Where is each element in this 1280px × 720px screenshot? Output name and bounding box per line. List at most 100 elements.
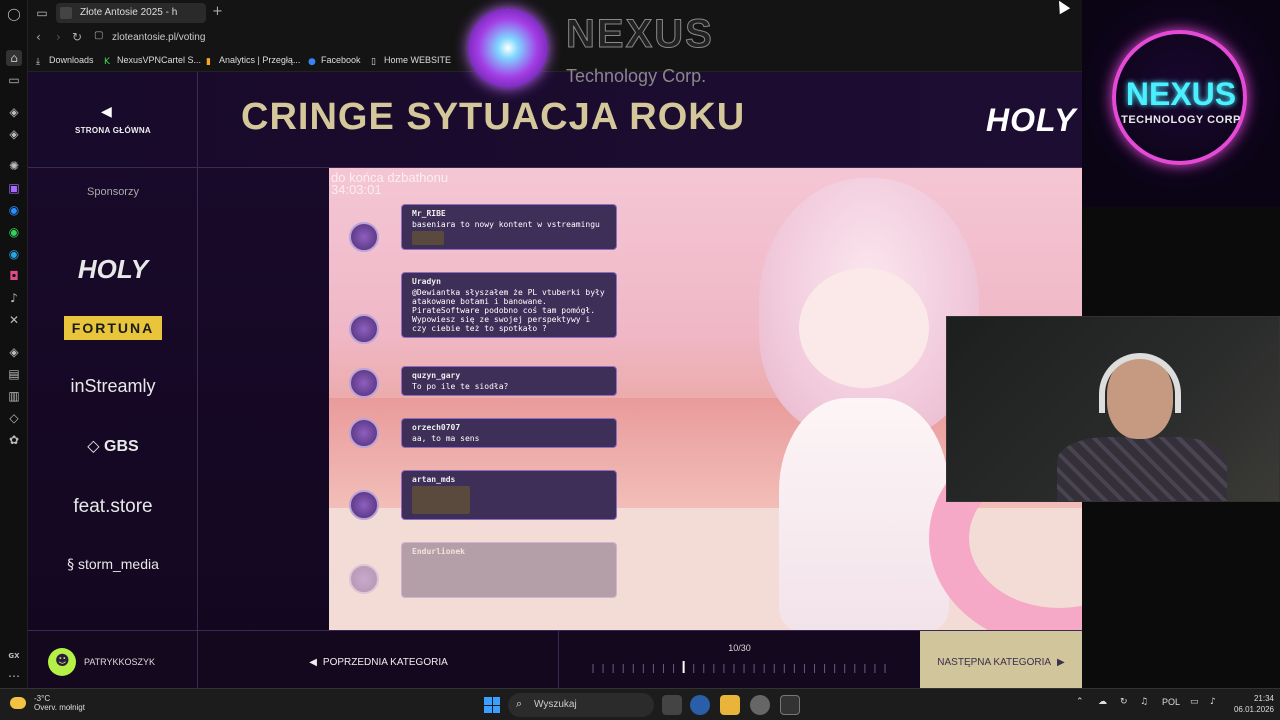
sponsor-storm-label: storm_media: [77, 556, 159, 572]
diamond-icon-4[interactable]: ◇: [6, 410, 22, 426]
sponsor-fortuna[interactable]: FORTUNA: [28, 316, 198, 340]
username: PATRYKKOSZYK: [84, 657, 156, 667]
back-icon[interactable]: ‹: [36, 30, 41, 44]
bookmark-downloads[interactable]: ⤓ Downloads: [36, 55, 94, 67]
new-tab-icon[interactable]: +: [212, 4, 223, 19]
terminal-icon[interactable]: [780, 695, 800, 715]
language-indicator[interactable]: POL: [1162, 697, 1180, 707]
obs-icon[interactable]: [750, 695, 770, 715]
nexus-box-logo: NEXUS TECHNOLOGY CORP: [1082, 0, 1280, 207]
weather-icon[interactable]: [10, 697, 26, 709]
bookmark-nexusvpn[interactable]: K NexusVPNCartel S...: [104, 55, 201, 67]
taskbar: -3°C Overv. mołnigt ⌕ Wyszukaj ⌃ ☁ ↻ ♫ P…: [0, 688, 1280, 720]
sponsor-storm-media[interactable]: § storm_media: [28, 556, 198, 573]
home-button[interactable]: ◀ STRONA GŁÓWNA: [28, 72, 198, 168]
sync-icon[interactable]: ↻: [1120, 697, 1128, 707]
volume-icon[interactable]: ♪: [1210, 697, 1216, 707]
page-header: ◀ STRONA GŁÓWNA CRINGE SYTUACJA ROKU HOL…: [28, 72, 1082, 168]
nexus-box-subtitle: TECHNOLOGY CORP: [1121, 114, 1241, 126]
previous-category-label: ◀ POPRZEDNIA KATEGORIA: [309, 657, 448, 668]
sponsor-gbs-label: GBS: [104, 438, 139, 455]
telegram-icon[interactable]: ◉: [6, 246, 22, 262]
headphones: [1099, 353, 1181, 413]
progress-ticks: [592, 661, 886, 673]
sponsor-gbs[interactable]: ◇ GBS: [28, 436, 198, 456]
chat-message: Mr_RIBE baseniara to nowy kontent w vstr…: [401, 204, 617, 250]
onedrive-icon[interactable]: ☁: [1098, 697, 1107, 707]
nexus-title: NEXUS: [566, 12, 714, 57]
tray-chevron-icon[interactable]: ⌃: [1076, 697, 1084, 707]
forward-icon[interactable]: ›: [56, 30, 61, 44]
twitch-icon[interactable]: ▣: [6, 180, 22, 196]
analytics-icon: ▮: [206, 57, 211, 67]
user-icon: ☻: [55, 653, 70, 669]
chat-avatar: [349, 222, 379, 252]
stream-timer-value: 34:03:01: [331, 182, 382, 197]
chat-user: Mr_RIBE: [412, 209, 446, 218]
bookmark-home-website[interactable]: ▯ Home WEBSITE: [371, 55, 451, 67]
chat-message: orzech0707 aa, to ma sens: [401, 418, 617, 448]
messenger-icon[interactable]: ◉: [6, 202, 22, 218]
bookmark-facebook[interactable]: ● Facebook: [308, 55, 361, 67]
page-footer: ☻ PATRYKKOSZYK ◀ POPRZEDNIA KATEGORIA 10/…: [28, 630, 1082, 689]
chat-message: Uradyn @Dewiantka słyszałem że PL vtuber…: [401, 272, 617, 338]
reload-icon[interactable]: ↻: [72, 30, 82, 44]
browser-app-icon[interactable]: [690, 695, 710, 715]
tiktok-icon[interactable]: ♪: [6, 290, 22, 306]
webcam-overlay: [946, 316, 1280, 502]
chatgpt-icon[interactable]: ✺: [6, 158, 22, 174]
sponsors-title: Sponsorzy: [87, 186, 139, 198]
vtuber-face: [799, 268, 929, 388]
browser-logo-icon[interactable]: ◯: [6, 6, 22, 22]
task-view-icon[interactable]: [662, 695, 682, 715]
x-icon[interactable]: ✕: [6, 312, 22, 328]
start-icon[interactable]: [484, 697, 500, 713]
more-icon[interactable]: ⋯: [6, 668, 22, 684]
person-body: [1057, 437, 1227, 501]
arrow-left-icon: ◀: [309, 657, 317, 668]
next-category-button[interactable]: NASTĘPNA KATEGORIA ▶: [920, 631, 1082, 689]
tab-overview-icon[interactable]: ▭: [34, 5, 50, 21]
chat-avatar: [349, 368, 379, 398]
sponsor-instreamly[interactable]: inStreamly: [28, 376, 198, 397]
microphone-icon[interactable]: ♫: [1140, 697, 1148, 707]
network-icon[interactable]: ▭: [1190, 697, 1199, 707]
weather-widget[interactable]: -3°C Overv. mołnigt: [34, 694, 85, 712]
sponsor-featstore[interactable]: feat.store: [28, 496, 198, 518]
home-icon[interactable]: ⌂: [6, 50, 22, 66]
search-icon: ⌕: [516, 697, 523, 710]
document-icon[interactable]: ▥: [6, 388, 22, 404]
wallet-icon[interactable]: ▤: [6, 366, 22, 382]
tab-title: Złote Antosie 2025 - h: [80, 7, 178, 18]
whatsapp-icon[interactable]: ◉: [6, 224, 22, 240]
facebook-icon: ●: [308, 57, 316, 67]
sponsors-panel: Sponsorzy HOLY FORTUNA inStreamly ◇ GBS …: [28, 168, 198, 630]
taskbar-search[interactable]: ⌕ Wyszukaj: [508, 693, 654, 717]
instagram-icon[interactable]: ◘: [6, 268, 22, 284]
diamond-icon-3[interactable]: ◈: [6, 344, 22, 360]
file-explorer-icon[interactable]: [720, 695, 740, 715]
previous-category-button[interactable]: ◀ POPRZEDNIA KATEGORIA: [198, 631, 559, 689]
storm-icon: §: [67, 557, 75, 573]
gamepad-icon[interactable]: ▭: [6, 72, 22, 88]
search-placeholder: Wyszukaj: [534, 699, 577, 710]
user-box[interactable]: ☻ PATRYKKOSZYK: [28, 631, 198, 689]
user-avatar: ☻: [48, 648, 76, 676]
bookmark-analytics[interactable]: ▮ Analytics | Przegłą...: [206, 55, 300, 67]
category-title: CRINGE SYTUACJA ROKU: [241, 96, 746, 138]
lock-icon: ▢: [94, 30, 104, 41]
chat-user: artan_mds: [412, 475, 456, 484]
nexus-orb-logo: [468, 8, 548, 88]
chat-avatar: [349, 564, 379, 594]
chat-avatar: [349, 418, 379, 448]
chat-message: Endurlionek: [401, 542, 617, 598]
sponsor-holy[interactable]: HOLY: [28, 254, 198, 285]
diamond-icon[interactable]: ◈: [6, 104, 22, 120]
settings-icon[interactable]: ✿: [6, 432, 22, 448]
gx-icon[interactable]: GX: [6, 648, 22, 664]
tab-active[interactable]: Złote Antosie 2025 - h: [56, 3, 206, 23]
url-field[interactable]: zloteantosie.pl/voting: [112, 32, 205, 43]
taskbar-clock[interactable]: 21:34 06.01.2026: [1224, 693, 1274, 715]
home-arrow-icon: ◀: [101, 104, 112, 120]
diamond-icon-2[interactable]: ◈: [6, 126, 22, 142]
